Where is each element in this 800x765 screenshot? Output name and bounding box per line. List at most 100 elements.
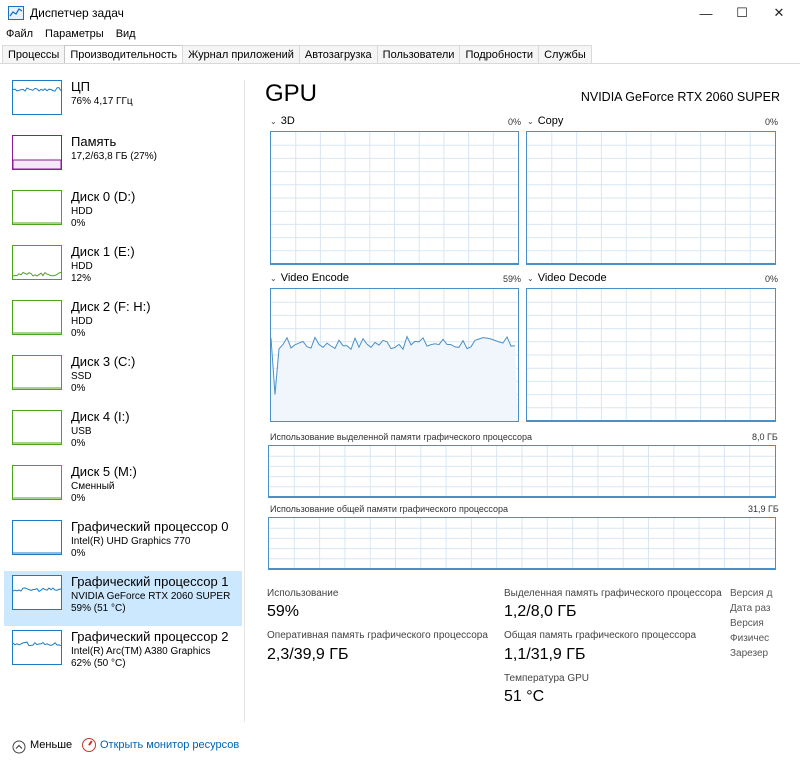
sidebar-thumbnail-graph: [12, 300, 62, 335]
open-resource-monitor-link[interactable]: Открыть монитор ресурсов: [100, 739, 239, 751]
engine-encode-label: Video Encode: [280, 272, 350, 284]
sidebar-thumbnail-graph: [12, 575, 62, 610]
sidebar-thumbnail-graph: [12, 630, 62, 665]
resource-monitor-icon[interactable]: [82, 738, 96, 752]
page-title: GPU: [265, 80, 318, 107]
tab-processes[interactable]: Процессы: [2, 45, 66, 64]
sidebar-item-detail: Intel(R) Arc(TM) A380 Graphics: [71, 646, 211, 657]
sidebar-item-gpu-1[interactable]: Графический процессор 1 NVIDIA GeForce RT…: [4, 571, 242, 626]
gpu-ram-value: 2,3/39,9 ГБ: [267, 646, 349, 663]
sidebar-item-cpu[interactable]: ЦП 76% 4,17 ГГц: [4, 76, 242, 131]
sidebar-item-name: Диск 3 (C:): [71, 354, 136, 369]
sidebar-item-name: Диск 4 (I:): [71, 409, 130, 424]
directx-version-label: Версия: [730, 618, 764, 629]
sidebar-item-gpu-0[interactable]: Графический процессор 0 Intel(R) UHD Grap…: [4, 516, 242, 571]
engine-copy-label: Copy: [537, 115, 564, 127]
tab-app-history[interactable]: Журнал приложений: [182, 45, 300, 64]
dedicated-mem-graph-label: Использование выделенной памяти графичес…: [270, 432, 532, 442]
sidebar-item-name: Графический процессор 2: [71, 629, 229, 644]
physical-location-label: Физичес: [730, 633, 770, 644]
sidebar-item-name: Диск 0 (D:): [71, 189, 136, 204]
sidebar-item-name: Графический процессор 0: [71, 519, 229, 534]
dedicated-mem-graph-max: 8,0 ГБ: [752, 432, 778, 442]
sidebar-thumbnail-graph: [12, 355, 62, 390]
menu-file[interactable]: Файл: [0, 26, 39, 44]
sidebar-item-usage: 0%: [71, 383, 86, 394]
engine-copy-selector[interactable]: ⌄ Copy: [527, 115, 563, 127]
sidebar-thumbnail-graph: [12, 190, 62, 225]
tab-performance[interactable]: Производительность: [64, 45, 184, 64]
fewer-details-icon[interactable]: [12, 740, 26, 754]
temp-label: Температура GPU: [504, 673, 590, 684]
shared-label: Общая память графического процессора: [504, 630, 697, 641]
dedicated-label: Выделенная память графического процессор…: [504, 588, 722, 599]
engine-decode-graph: [526, 288, 776, 422]
engine-decode-selector[interactable]: ⌄ Video Decode: [527, 272, 607, 284]
sidebar-item-usage: 0%: [71, 328, 86, 339]
tab-users[interactable]: Пользователи: [376, 45, 461, 64]
tabs-divider: [0, 63, 800, 64]
chevron-down-icon: ⌄: [527, 116, 534, 126]
shared-mem-graph-label: Использование общей памяти графического …: [270, 504, 509, 514]
engine-copy-pct: 0%: [765, 117, 779, 127]
sidebar-item-memory[interactable]: Память 17,2/63,8 ГБ (27%): [4, 131, 242, 186]
sidebar-item-detail: Intel(R) UHD Graphics 770: [71, 536, 191, 547]
usage-label: Использование: [267, 588, 339, 599]
gpu-ram-label: Оперативная память графического процессо…: [267, 630, 488, 641]
close-icon: ✕: [773, 5, 785, 20]
sidebar-item-gpu-2[interactable]: Графический процессор 2 Intel(R) Arc(TM) …: [4, 626, 242, 681]
engine-3d-graph: [270, 131, 519, 265]
sidebar-item-disk-0[interactable]: Диск 0 (D:) HDD 0%: [4, 186, 242, 241]
chevron-down-icon: ⌄: [270, 116, 277, 126]
engine-decode-label: Video Decode: [537, 272, 607, 284]
sidebar-item-name: Диск 5 (M:): [71, 464, 137, 479]
sidebar-item-usage: 62% (50 °C): [71, 658, 126, 669]
sidebar-item-disk-4[interactable]: Диск 4 (I:) USB 0%: [4, 406, 242, 461]
fewer-details-button[interactable]: Меньше: [30, 739, 72, 751]
sidebar-item-detail: HDD: [71, 316, 93, 327]
reserved-memory-label: Зарезер: [730, 648, 769, 659]
sidebar-item-detail: 17,2/63,8 ГБ (27%): [71, 151, 157, 162]
sidebar-thumbnail-graph: [12, 80, 62, 115]
task-manager-icon: [8, 6, 24, 20]
engine-3d-selector[interactable]: ⌄ 3D: [270, 115, 295, 127]
sidebar-item-usage: 59% (51 °C): [71, 603, 126, 614]
driver-version-label: Версия д: [730, 588, 773, 599]
engine-3d-label: 3D: [280, 115, 295, 127]
tab-details[interactable]: Подробности: [459, 45, 540, 64]
engine-encode-pct: 59%: [503, 274, 522, 284]
sidebar-item-usage: 0%: [71, 438, 86, 449]
bottom-bar: Меньше Открыть монитор ресурсов: [0, 733, 800, 757]
dedicated-mem-graph: [268, 445, 776, 498]
tab-services[interactable]: Службы: [538, 45, 592, 64]
sidebar-item-disk-3[interactable]: Диск 3 (C:) SSD 0%: [4, 351, 242, 406]
chevron-down-icon: ⌄: [270, 273, 277, 283]
menu-options[interactable]: Параметры: [39, 26, 110, 44]
sidebar-item-name: ЦП: [71, 79, 90, 94]
maximize-icon: ☐: [736, 5, 748, 20]
sidebar-item-name: Графический процессор 1: [71, 574, 229, 589]
sidebar-item-name: Память: [71, 134, 117, 149]
sidebar-item-disk-1[interactable]: Диск 1 (E:) HDD 12%: [4, 241, 242, 296]
sidebar-item-detail: HDD: [71, 261, 93, 272]
tab-startup[interactable]: Автозагрузка: [298, 45, 378, 64]
engine-3d-pct: 0%: [508, 117, 522, 127]
shared-mem-graph: [268, 517, 776, 570]
shared-value: 1,1/31,9 ГБ: [504, 646, 586, 663]
dedicated-value: 1,2/8,0 ГБ: [504, 603, 577, 620]
sidebar-item-detail: NVIDIA GeForce RTX 2060 SUPER: [71, 591, 231, 602]
sidebar-item-disk-2[interactable]: Диск 2 (F: H:) HDD 0%: [4, 296, 242, 351]
sidebar-item-name: Диск 2 (F: H:): [71, 299, 151, 314]
sidebar-item-detail: Сменный: [71, 481, 115, 492]
close-button[interactable]: ✕: [756, 0, 800, 26]
sidebar-item-usage: 0%: [71, 548, 86, 559]
sidebar-item-detail: USB: [71, 426, 92, 437]
sidebar-thumbnail-graph: [12, 245, 62, 280]
chevron-down-icon: ⌄: [527, 273, 534, 283]
menu-view[interactable]: Вид: [110, 26, 142, 44]
engine-encode-selector[interactable]: ⌄ Video Encode: [270, 272, 349, 284]
window-title: Диспетчер задач: [30, 6, 124, 20]
sidebar-item-detail: 76% 4,17 ГГц: [71, 96, 133, 107]
sidebar-item-disk-5[interactable]: Диск 5 (M:) Сменный 0%: [4, 461, 242, 516]
sidebar-thumbnail-graph: [12, 410, 62, 445]
